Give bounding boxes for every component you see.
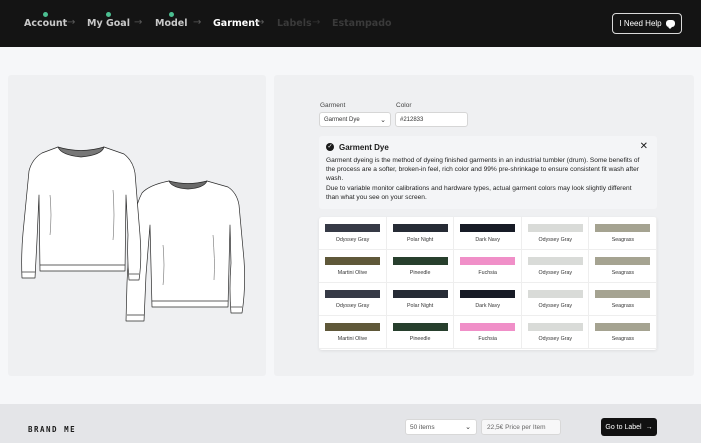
- swatch-color-chip: [595, 257, 651, 265]
- swatch-name: Odyssey Gray: [538, 303, 573, 309]
- arrow-icon: →: [256, 17, 265, 28]
- color-field-label: Color: [396, 102, 412, 109]
- top-nav: Account → My Goal → Model → Garment → La…: [0, 0, 701, 47]
- color-swatch[interactable]: Polar Night: [386, 217, 455, 250]
- go-to-label-button[interactable]: Go to Label →: [601, 418, 657, 436]
- color-swatch[interactable]: Seagrass: [589, 250, 657, 283]
- swatch-color-chip: [460, 323, 516, 331]
- arrow-icon: →: [312, 17, 321, 28]
- garment-dye-info: ✓ Garment Dye ✕ Garment dyeing is the me…: [319, 136, 657, 209]
- color-swatch[interactable]: Odyssey Gray: [521, 316, 590, 349]
- garment-type-select[interactable]: Garment Dye ⌄: [319, 112, 391, 127]
- color-swatch[interactable]: Pineedle: [386, 250, 455, 283]
- swatch-color-chip: [527, 323, 583, 331]
- color-swatch[interactable]: Martini Olive: [319, 250, 387, 283]
- close-icon[interactable]: ✕: [640, 141, 648, 152]
- arrow-right-icon: →: [645, 423, 653, 431]
- color-swatch[interactable]: Martini Olive: [319, 316, 387, 349]
- swatch-name: Martini Olive: [337, 336, 368, 342]
- swatch-name: Odyssey Gray: [538, 270, 573, 276]
- swatch-name: Polar Night: [406, 237, 434, 243]
- color-input[interactable]: #212833: [395, 112, 468, 127]
- chevron-down-icon: ⌄: [465, 424, 471, 431]
- step-account[interactable]: Account: [24, 12, 67, 29]
- color-swatch[interactable]: Fuchsia: [454, 250, 522, 283]
- tshirt-front-illustration: [21, 146, 142, 281]
- color-swatch[interactable]: Pineedle: [386, 316, 455, 349]
- step-model[interactable]: Model: [155, 12, 187, 29]
- tshirt-back-illustration: [125, 180, 246, 322]
- swatch-color-chip: [392, 224, 448, 232]
- step-labels[interactable]: Labels: [277, 18, 312, 29]
- swatch-name: Seagrass: [611, 336, 635, 342]
- swatch-color-chip: [527, 290, 583, 298]
- footer-bar: [0, 404, 701, 443]
- swatch-name: Polar Night: [406, 303, 434, 309]
- garment-preview-panel: [8, 75, 266, 376]
- swatch-name: Seagrass: [611, 237, 635, 243]
- check-circle-icon: ✓: [326, 143, 334, 151]
- swatch-color-chip: [460, 257, 516, 265]
- info-title: Garment Dye: [339, 143, 389, 152]
- swatch-color-chip: [392, 323, 448, 331]
- swatch-name: Pineedle: [409, 270, 431, 276]
- garment-field-label: Garment: [320, 102, 346, 109]
- swatch-name: Odyssey Gray: [538, 237, 573, 243]
- quantity-select[interactable]: 50 items ⌄: [405, 419, 477, 435]
- swatch-color-chip: [325, 224, 380, 232]
- swatch-name: Dark Navy: [475, 237, 501, 243]
- swatch-name: Odyssey Gray: [538, 336, 573, 342]
- swatch-name: Odyssey Gray: [335, 237, 370, 243]
- swatch-name: Fuchsia: [478, 336, 497, 342]
- color-swatch[interactable]: Dark Navy: [454, 283, 522, 316]
- swatch-color-chip: [325, 257, 380, 265]
- swatch-color-chip: [325, 290, 380, 298]
- info-description: Garment dyeing is the method of dyeing f…: [326, 157, 640, 201]
- swatch-name: Fuchsia: [478, 270, 497, 276]
- swatch-name: Martini Olive: [337, 270, 368, 276]
- color-swatch[interactable]: Odyssey Gray: [521, 217, 590, 250]
- color-swatch[interactable]: Seagrass: [589, 217, 657, 250]
- color-swatch[interactable]: Seagrass: [589, 316, 657, 349]
- step-garment[interactable]: Garment: [213, 18, 260, 29]
- check-dot-icon: [105, 12, 111, 17]
- color-swatch-grid: Odyssey Gray Polar Night Dark Navy Odyssey …: [319, 217, 657, 350]
- swatch-color-chip: [595, 290, 651, 298]
- color-swatch[interactable]: Odyssey Gray: [521, 283, 590, 316]
- check-dot-icon: [43, 12, 49, 17]
- color-swatch[interactable]: Odyssey Gray: [319, 283, 387, 316]
- swatch-name: Odyssey Gray: [335, 303, 370, 309]
- swatch-name: Dark Navy: [475, 303, 501, 309]
- swatch-color-chip: [392, 290, 448, 298]
- swatch-color-chip: [595, 323, 651, 331]
- color-swatch[interactable]: Odyssey Gray: [319, 217, 387, 250]
- help-button[interactable]: I Need Help: [612, 13, 682, 34]
- brand-logo: BRAND ME: [28, 425, 77, 434]
- color-swatch[interactable]: Dark Navy: [454, 217, 522, 250]
- color-swatch[interactable]: Polar Night: [386, 283, 455, 316]
- swatch-color-chip: [325, 323, 380, 331]
- arrow-icon: →: [134, 17, 143, 28]
- swatch-color-chip: [460, 224, 516, 232]
- swatch-name: Seagrass: [611, 270, 635, 276]
- swatch-name: Pineedle: [409, 336, 431, 342]
- color-swatch[interactable]: Fuchsia: [454, 316, 522, 349]
- price-per-item-input[interactable]: 22,5€ Price per Item: [481, 419, 561, 435]
- color-swatch[interactable]: Seagrass: [589, 283, 657, 316]
- color-swatch[interactable]: Odyssey Gray: [521, 250, 590, 283]
- step-estampado[interactable]: Estampado: [332, 18, 392, 29]
- step-my-goal[interactable]: My Goal: [87, 12, 130, 29]
- arrow-icon: →: [67, 17, 76, 28]
- garment-preview: [21, 146, 246, 322]
- swatch-color-chip: [460, 290, 516, 298]
- swatch-color-chip: [527, 224, 583, 232]
- swatch-name: Seagrass: [611, 303, 635, 309]
- swatch-color-chip: [527, 257, 583, 265]
- arrow-icon: →: [193, 17, 202, 28]
- check-dot-icon: [168, 12, 174, 17]
- chat-icon: [665, 20, 675, 29]
- chevron-down-icon: ⌄: [380, 117, 386, 124]
- swatch-color-chip: [392, 257, 448, 265]
- swatch-color-chip: [595, 224, 651, 232]
